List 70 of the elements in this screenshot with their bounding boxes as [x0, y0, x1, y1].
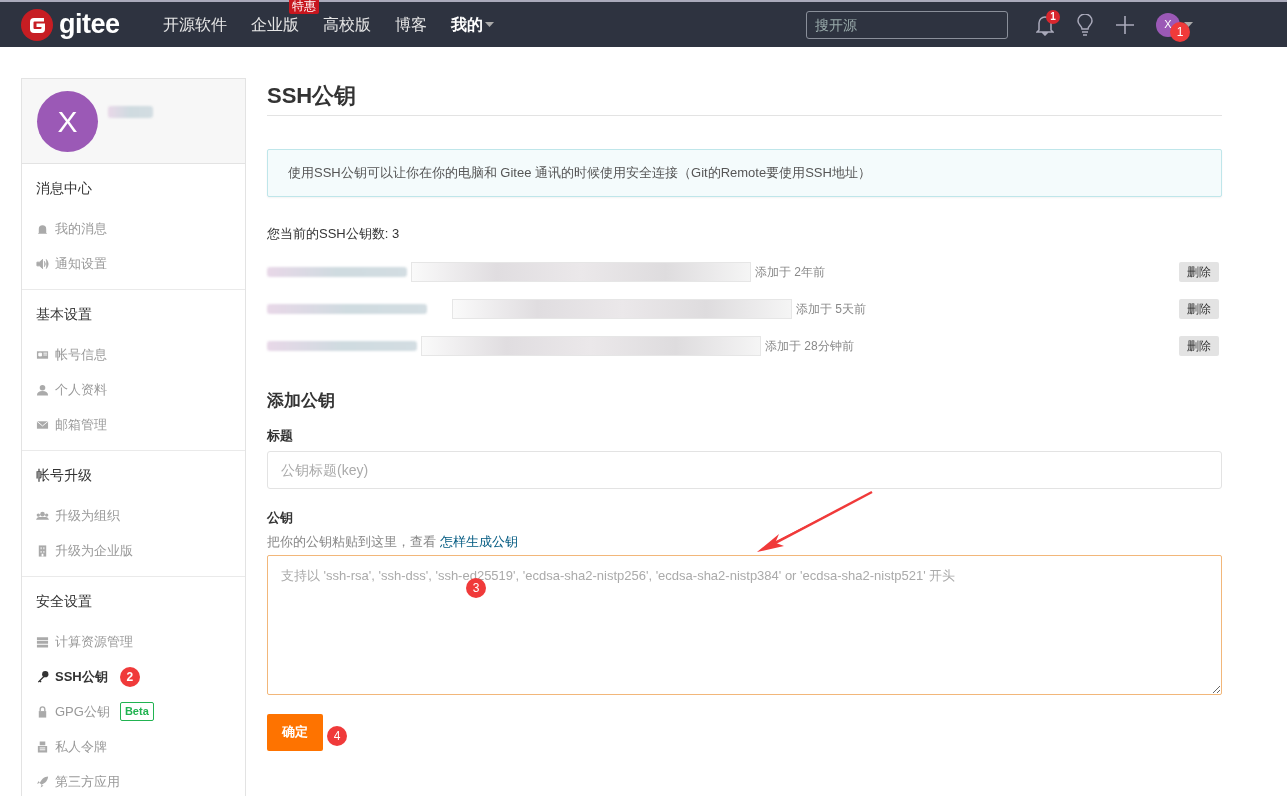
- nav-link[interactable]: 我的: [438, 12, 495, 37]
- field-label: 标题: [267, 426, 294, 445]
- nav-link[interactable]: 开源软件: [150, 12, 239, 37]
- sidebar-item[interactable]: 计算资源管理: [36, 624, 231, 659]
- annotation-marker: 2: [119, 666, 140, 687]
- help-link[interactable]: 怎样生成公钥: [439, 533, 518, 549]
- nav-link[interactable]: 博客: [382, 12, 439, 37]
- section-heading: 添加公钥: [267, 390, 336, 412]
- avatar: X: [37, 91, 98, 152]
- item-label: 邮箱管理: [55, 415, 107, 434]
- item-label: GPG公钥: [55, 702, 110, 721]
- blurred-username: [108, 106, 153, 118]
- item-label: 我的消息: [55, 219, 107, 238]
- item-label: 升级为企业版: [55, 541, 133, 560]
- submit-button[interactable]: 确定: [267, 713, 323, 751]
- annotation-marker: 1: [1170, 21, 1190, 42]
- item-label: SSH公钥: [55, 667, 108, 686]
- item-label: 个人资料: [55, 380, 107, 399]
- item-label: 升级为组织: [55, 506, 120, 525]
- sidebar-item[interactable]: 通知设置: [36, 246, 231, 281]
- caret-icon: [484, 22, 494, 27]
- title-field[interactable]: 公钥标题(key): [267, 451, 1222, 489]
- sidebar-item[interactable]: 升级为组织: [36, 498, 231, 533]
- sidebar-item[interactable]: 邮箱管理: [36, 407, 231, 442]
- info-notice: 使用SSH公钥可以让你在你的电脑和 Gitee 通讯的时候使用安全连接（Git的Remote要使用SSH地址）: [267, 149, 1222, 197]
- section-title: 消息中心: [36, 179, 93, 198]
- rocket-icon: [36, 774, 49, 789]
- key-icon: [36, 669, 49, 684]
- field-label: 公钥: [267, 509, 294, 527]
- sidebar-item[interactable]: GPG公钥 Beta: [36, 694, 231, 729]
- section-title: 安全设置: [36, 592, 93, 611]
- sidebar-item[interactable]: 第三方应用: [36, 764, 231, 796]
- speaker-icon: [36, 256, 49, 271]
- lock-icon: [36, 704, 49, 719]
- nav-link[interactable]: 企业版: [238, 12, 311, 37]
- sidebar-item[interactable]: 个人资料: [36, 372, 231, 407]
- annotation-marker: 4: [327, 726, 347, 746]
- promo-badge: 特惠: [288, 0, 319, 14]
- key-count: 您当前的SSH公钥数: 3: [267, 224, 401, 243]
- delete-button[interactable]: 删除: [1179, 335, 1219, 356]
- sidebar-item[interactable]: 私人令牌: [36, 729, 231, 764]
- sidebar-item[interactable]: 帐号信息: [36, 337, 231, 372]
- item-label: 第三方应用: [55, 772, 120, 791]
- server-icon: [36, 634, 49, 649]
- section-title: 帐号升级: [36, 466, 93, 485]
- delete-button[interactable]: 删除: [1179, 261, 1219, 282]
- item-label: 通知设置: [55, 254, 107, 273]
- page-title: SSH公钥: [267, 78, 1222, 116]
- logo-text[interactable]: gitee: [59, 4, 120, 45]
- nav-link[interactable]: 高校版: [310, 12, 383, 37]
- search-field[interactable]: 搜开源: [806, 10, 1008, 39]
- sidebar-item[interactable]: 升级为企业版: [36, 533, 231, 568]
- help-text: 把你的公钥粘贴到这里，查看 怎样生成公钥: [267, 532, 519, 551]
- added-time: 添加于 28分钟前: [765, 337, 854, 355]
- lightbulb-icon[interactable]: [1076, 13, 1094, 36]
- building-icon: [36, 543, 49, 558]
- item-label: 私人令牌: [55, 737, 107, 756]
- notification-count: 1: [1046, 9, 1060, 24]
- added-time: 添加于 2年前: [755, 263, 825, 281]
- delete-button[interactable]: 删除: [1179, 298, 1219, 319]
- sidebar-item[interactable]: 我的消息: [36, 211, 231, 246]
- logo-icon: [21, 8, 53, 41]
- person-icon: [36, 382, 49, 397]
- beta-tag: Beta: [119, 702, 154, 721]
- sidebar-item[interactable]: SSH公钥 2: [36, 659, 231, 694]
- plus-icon[interactable]: [1116, 15, 1134, 34]
- item-label: 计算资源管理: [55, 632, 133, 651]
- section-title: 基本设置: [36, 305, 93, 324]
- item-label: 帐号信息: [55, 345, 107, 364]
- added-time: 添加于 5天前: [796, 300, 866, 318]
